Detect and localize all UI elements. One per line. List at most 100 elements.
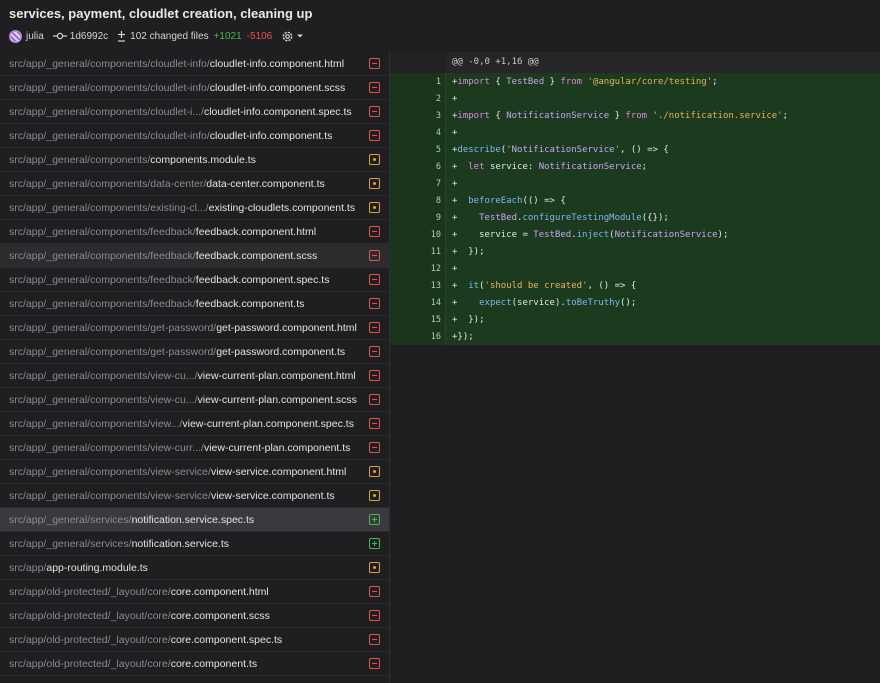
diff-line: 12 + (390, 260, 880, 277)
file-directory: src/app/_general/components/data-center/ (9, 177, 207, 190)
file-name: cloudlet-info.component.spec.ts (203, 105, 352, 118)
code-text: + it('should be created', () => { (452, 281, 637, 291)
file-row[interactable]: src/app/old-protected/_layout/core/core.… (0, 652, 389, 676)
commit-title: services, payment, cloudlet creation, cl… (9, 6, 313, 21)
file-directory: src/app/_general/components/ (9, 153, 151, 166)
file-modified-icon (369, 466, 380, 477)
file-name: cloudlet-info.component.scss (209, 81, 346, 94)
code-text: + (452, 94, 458, 104)
code-text: + }); (452, 247, 485, 257)
file-name: view-service.component.ts (210, 489, 335, 502)
file-modified-icon (369, 490, 380, 501)
file-directory: src/app/_general/services/ (9, 537, 132, 550)
file-directory: src/app/_general/components/get-password… (9, 321, 217, 334)
file-row[interactable]: src/app/_general/components/cloudlet-i..… (0, 100, 389, 124)
file-row[interactable]: src/app/_general/components/cloudlet-inf… (0, 52, 389, 76)
file-name: feedback.component.spec.ts (195, 273, 330, 286)
file-row[interactable]: src/app/_general/components/feedback/fee… (0, 244, 389, 268)
file-directory: src/app/_general/components/get-password… (9, 345, 217, 358)
settings-menu-button[interactable] (281, 30, 304, 43)
file-row[interactable]: src/app/_general/components/get-password… (0, 340, 389, 364)
code-text: + (452, 128, 458, 138)
file-directory: src/app/_general/components/feedback/ (9, 225, 196, 238)
file-name: core.component.html (170, 585, 269, 598)
file-row[interactable]: src/app/_general/components/get-password… (0, 316, 389, 340)
file-name: components.module.ts (150, 153, 256, 166)
file-row[interactable]: src/app/_general/components/existing-cl.… (0, 196, 389, 220)
file-name: view-current-plan.component.spec.ts (182, 417, 354, 430)
line-number: 2 (435, 94, 441, 104)
file-deleted-icon (369, 610, 380, 621)
file-deleted-icon (369, 58, 380, 69)
file-row[interactable]: src/app/_general/components/data-center/… (0, 172, 389, 196)
file-directory: src/app/_general/components/cloudlet-i..… (9, 105, 204, 118)
diff-view: @@ -0,0 +1,16 @@ 1 +import { TestBed } fr… (390, 52, 880, 683)
file-directory: src/app/_general/components/view-service… (9, 489, 211, 502)
file-directory: src/app/old-protected/_layout/core/ (9, 633, 171, 646)
file-modified-icon (369, 154, 380, 165)
file-name: app-routing.module.ts (46, 561, 148, 574)
diff-line: 5 +describe('NotificationService', () => … (390, 141, 880, 158)
code-text: +}); (452, 332, 474, 342)
line-number: 10 (430, 230, 441, 240)
file-row[interactable]: src/app/app-routing.module.ts (0, 556, 389, 580)
file-row[interactable]: src/app/_general/components/view-service… (0, 460, 389, 484)
code-text: + service = TestBed.inject(NotificationS… (452, 230, 729, 240)
file-row[interactable]: src/app/old-protected/_layout/core/core.… (0, 604, 389, 628)
file-row[interactable]: src/app/_general/components/view-cu.../v… (0, 364, 389, 388)
file-row[interactable]: src/app/_general/components/view-curr...… (0, 436, 389, 460)
code-text: + (452, 179, 458, 189)
diff-line: 3 +import { NotificationService } from '.… (390, 107, 880, 124)
line-number: 14 (430, 298, 441, 308)
file-directory: src/app/_general/components/view-service… (9, 465, 211, 478)
file-row[interactable]: src/app/_general/components/view-service… (0, 484, 389, 508)
file-directory: src/app/_general/services/ (9, 513, 132, 526)
code-text: +import { TestBed } from '@angular/core/… (452, 77, 718, 87)
file-directory: src/app/_general/components/feedback/ (9, 249, 196, 262)
code-text: + beforeEach(() => { (452, 196, 566, 206)
file-row[interactable]: src/app/old-protected/_layout/core/core.… (0, 580, 389, 604)
commit-hash[interactable]: 1d6992c (52, 31, 108, 42)
file-deleted-icon (369, 106, 380, 117)
file-row[interactable]: src/app/_general/components/view-cu.../v… (0, 388, 389, 412)
file-deleted-icon (369, 226, 380, 237)
file-deleted-icon (369, 634, 380, 645)
line-number: 5 (435, 145, 441, 155)
diff-line: 14 + expect(service).toBeTruthy(); (390, 294, 880, 311)
line-number: 8 (435, 196, 441, 206)
file-row[interactable]: src/app/_general/services/notification.s… (0, 532, 389, 556)
file-row[interactable]: src/app/old-protected/_layout/core/core.… (0, 628, 389, 652)
file-row[interactable]: src/app/_general/components/cloudlet-inf… (0, 124, 389, 148)
file-name: feedback.component.ts (195, 297, 305, 310)
file-row[interactable]: src/app/_general/components/feedback/fee… (0, 292, 389, 316)
file-deleted-icon (369, 322, 380, 333)
diff-line: 10 + service = TestBed.inject(Notificatio… (390, 226, 880, 243)
file-row[interactable]: src/app/_general/components/view.../view… (0, 412, 389, 436)
commit-icon (52, 32, 67, 40)
file-name: cloudlet-info.component.ts (209, 129, 333, 142)
file-directory: src/app/old-protected/_layout/core/ (9, 585, 171, 598)
diff-line: 4 + (390, 124, 880, 141)
file-name: view-current-plan.component.scss (197, 393, 357, 406)
diff-line: 15 + }); (390, 311, 880, 328)
author[interactable]: julia (9, 29, 44, 43)
file-added-icon (369, 538, 380, 549)
diff-code: 1 +import { TestBed } from '@angular/core… (390, 73, 880, 345)
file-modified-icon (369, 202, 380, 213)
file-deleted-icon (369, 274, 380, 285)
changed-files-summary: 102 changed files +1021 -5106 (117, 30, 272, 42)
file-row[interactable]: src/app/_general/components/feedback/fee… (0, 220, 389, 244)
diff-line: 11 + }); (390, 243, 880, 260)
file-directory: src/app/_general/components/cloudlet-inf… (9, 81, 210, 94)
file-deleted-icon (369, 586, 380, 597)
file-name: feedback.component.html (195, 225, 317, 238)
file-deleted-icon (369, 394, 380, 405)
hunk-header-text: @@ -0,0 +1,16 @@ (452, 57, 539, 67)
file-row[interactable]: src/app/_general/components/cloudlet-inf… (0, 76, 389, 100)
file-deleted-icon (369, 442, 380, 453)
file-directory: src/app/_general/components/feedback/ (9, 273, 196, 286)
file-directory: src/app/ (9, 561, 47, 574)
file-row[interactable]: src/app/_general/components/feedback/fee… (0, 268, 389, 292)
file-row[interactable]: src/app/_general/services/notification.s… (0, 508, 389, 532)
file-row[interactable]: src/app/_general/components/components.m… (0, 148, 389, 172)
